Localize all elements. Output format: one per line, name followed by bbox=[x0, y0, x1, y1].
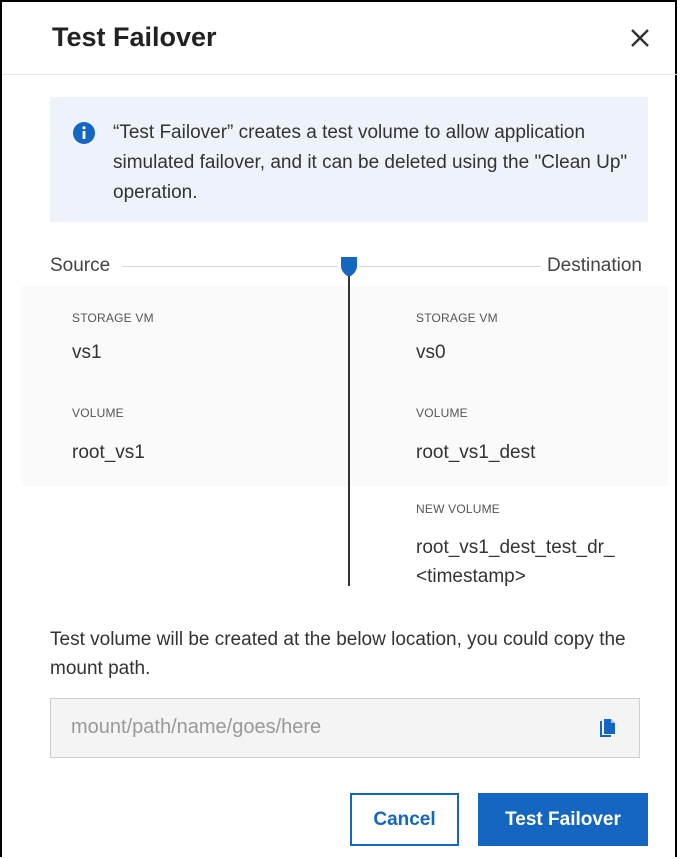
test-failover-dialog: Test Failover “Test Failover” creates a … bbox=[0, 0, 679, 857]
cancel-button[interactable]: Cancel bbox=[350, 793, 459, 846]
mount-path-placeholder: mount/path/name/goes/here bbox=[71, 716, 322, 738]
shield-icon bbox=[341, 257, 357, 277]
mount-path-message: Test volume will be created at the below… bbox=[50, 629, 626, 679]
source-divider bbox=[122, 266, 338, 267]
test-failover-button[interactable]: Test Failover bbox=[478, 793, 648, 846]
close-icon[interactable] bbox=[626, 24, 654, 52]
source-storage-vm-label: STORAGE VM bbox=[72, 311, 154, 325]
destination-divider bbox=[359, 266, 541, 267]
source-volume-value: root_vs1 bbox=[72, 442, 145, 463]
dialog-title: Test Failover bbox=[52, 22, 217, 52]
copy-icon[interactable] bbox=[599, 718, 617, 738]
info-text: “Test Failover” creates a test volume to… bbox=[113, 122, 628, 203]
destination-label: Destination bbox=[546, 255, 642, 276]
source-storage-vm-value: vs1 bbox=[72, 342, 102, 363]
source-label: Source bbox=[50, 255, 111, 276]
new-volume-value-line1: root_vs1_dest_test_dr_ bbox=[416, 537, 615, 558]
new-volume-label: NEW VOLUME bbox=[416, 502, 501, 516]
dialog-header: Test Failover bbox=[2, 2, 679, 75]
source-volume-label: VOLUME bbox=[72, 406, 124, 420]
mount-path-field[interactable]: mount/path/name/goes/here bbox=[50, 698, 640, 758]
destination-storage-vm-value: vs0 bbox=[416, 342, 446, 363]
info-icon bbox=[73, 122, 95, 144]
relationship-connector bbox=[348, 276, 350, 586]
new-volume-value-line2: <timestamp> bbox=[416, 566, 526, 587]
destination-volume-label: VOLUME bbox=[416, 406, 468, 420]
destination-volume-value: root_vs1_dest bbox=[416, 442, 536, 463]
destination-storage-vm-label: STORAGE VM bbox=[416, 311, 498, 325]
